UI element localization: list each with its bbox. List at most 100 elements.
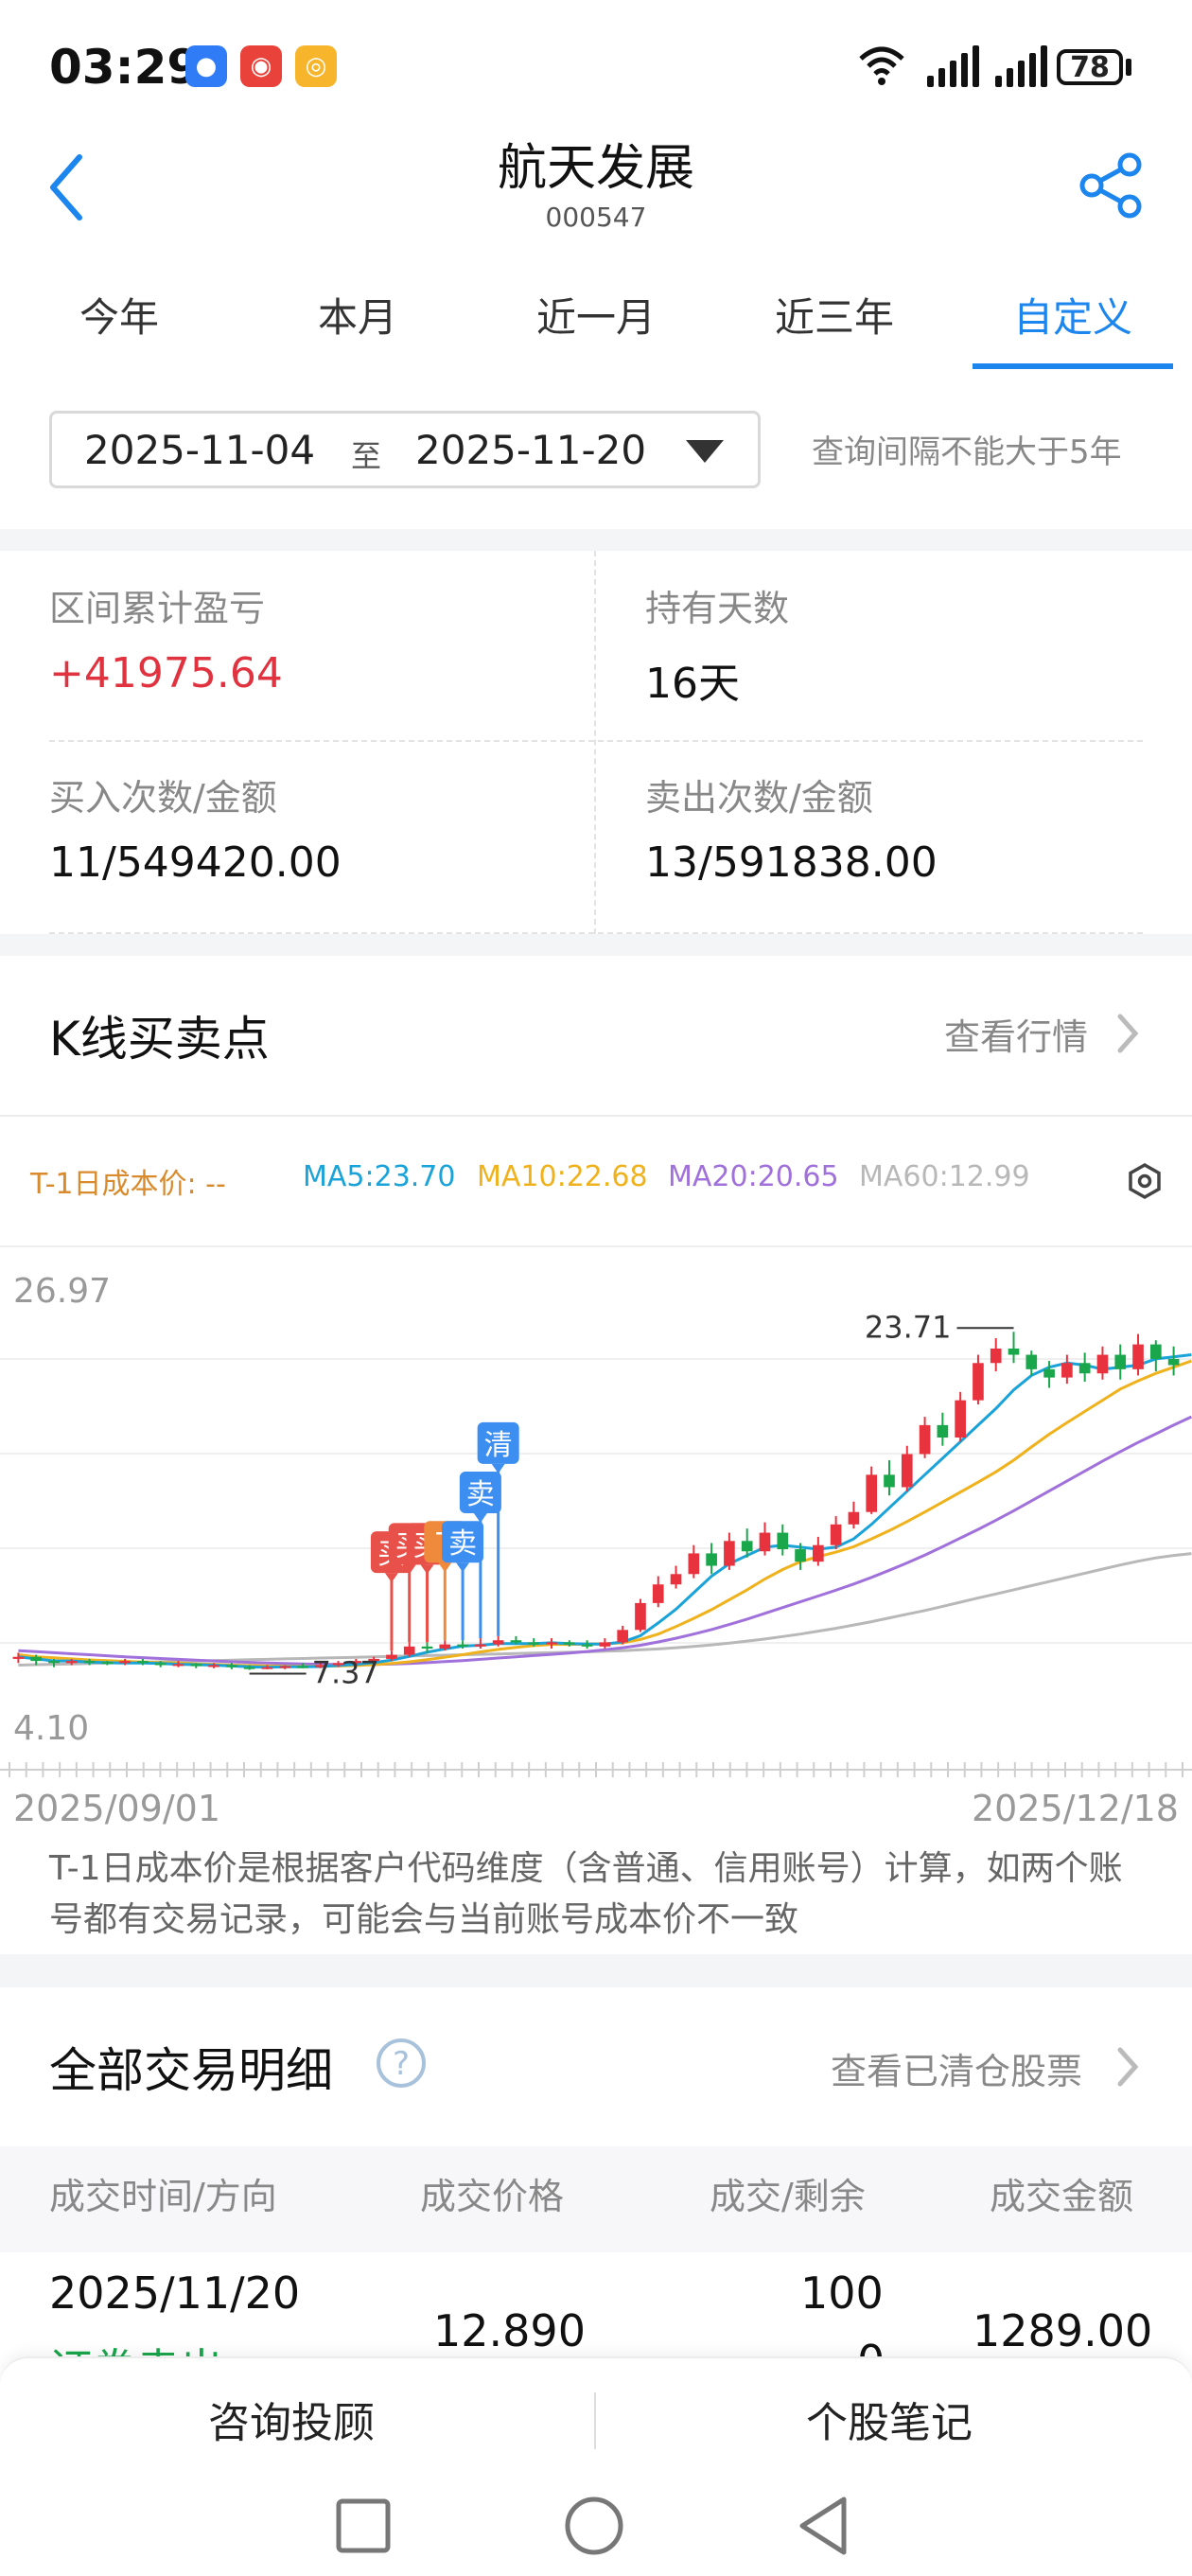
candle-body [48, 1661, 60, 1664]
trade-mark-sell: 卖 [448, 1527, 477, 1561]
tab-last-month[interactable]: 近一月 [477, 258, 715, 370]
trade-mark-pointer [384, 1573, 398, 1583]
buy-value: 11/549420.00 [49, 838, 342, 887]
trade-mark-pointer [456, 1562, 470, 1573]
trade-mark-pointer [420, 1564, 434, 1575]
nav-home-icon[interactable] [562, 2494, 626, 2558]
candle-body [1025, 1354, 1038, 1369]
candle-body [154, 1663, 167, 1666]
tab-this-month[interactable]: 本月 [238, 258, 477, 370]
ma10-line [18, 1359, 1192, 1668]
candle-body [599, 1642, 611, 1647]
max-price-label: 23.71 [865, 1309, 952, 1345]
view-quote-link[interactable]: 查看行情 [944, 1008, 1088, 1060]
candle-body [101, 1662, 114, 1665]
candle-body [866, 1474, 878, 1512]
trade-amount: 1289.00 [973, 2305, 1153, 2356]
trade-mark-pointer [438, 1562, 452, 1573]
weibo-icon: ◎ [295, 45, 337, 87]
candle-body [403, 1646, 415, 1655]
summary-divider-h [49, 740, 1143, 742]
candle-body [528, 1642, 540, 1645]
candles [12, 1332, 1180, 1670]
candle-body [937, 1424, 949, 1438]
col-price: 成交价格 [420, 2176, 565, 2217]
wifi-icon [859, 46, 904, 85]
col-amount: 成交金额 [990, 2176, 1134, 2217]
chevron-right-icon[interactable] [1116, 2046, 1139, 2088]
candle-body [652, 1584, 664, 1603]
candle-body [226, 1665, 237, 1667]
stock-code: 000547 [545, 202, 647, 233]
chevron-right-icon[interactable] [1116, 1013, 1139, 1054]
kline-chart[interactable]: 买买买T卖卖清 26.97 4.10 2025/09/01 2025/12/18… [0, 1245, 1192, 1832]
candle-body [884, 1474, 895, 1488]
candle-body [421, 1646, 433, 1649]
tab-last-three-years[interactable]: 近三年 [715, 258, 954, 370]
trade-qty: 100 [800, 2267, 884, 2319]
ma20-legend: MA20:20.65 [668, 1160, 839, 1193]
candle-body [706, 1553, 717, 1566]
table-row[interactable]: 2025/11/20 证券卖出 12.890 100 0 1289.00 [0, 2252, 1192, 2356]
candle-body [1132, 1344, 1144, 1369]
date-separator: 至 [351, 438, 382, 474]
trade-price: 12.890 [433, 2305, 586, 2356]
candle-body [279, 1666, 291, 1668]
candle-body [190, 1664, 202, 1667]
candle-body [795, 1549, 806, 1562]
candle-body [208, 1665, 219, 1667]
help-icon[interactable]: ? [375, 2037, 428, 2090]
candle-body [65, 1661, 78, 1664]
ma60-legend: MA60:12.99 [859, 1160, 1030, 1193]
date-range-picker[interactable]: 2025-11-04 至 2025-11-20 [49, 411, 761, 488]
kline-section-header: K线买卖点 查看行情 [0, 956, 1192, 1117]
candle-body [759, 1532, 771, 1552]
candle-body [581, 1644, 593, 1647]
battery-level: 78 [1057, 49, 1123, 85]
candle-body [386, 1654, 397, 1659]
summary-divider-bottom [49, 932, 1143, 934]
stock-app-icon: ◉ [240, 45, 282, 87]
trades-title: 全部交易明细 [49, 2043, 333, 2098]
trade-mark-sell: 清 [484, 1429, 513, 1462]
kline-title: K线买卖点 [49, 1012, 270, 1067]
summary-panel: 区间累计盈亏 +41975.64 持有天数 16天 买入次数/金额 11/549… [0, 551, 1192, 934]
min-price-label: 7.37 [312, 1655, 379, 1691]
candle-body [724, 1541, 735, 1566]
candle-body [510, 1640, 522, 1643]
candle-body [12, 1656, 25, 1659]
y-max-label: 26.97 [13, 1272, 111, 1311]
candle-body [475, 1644, 486, 1647]
candle-body [919, 1424, 931, 1455]
consult-advisor-button[interactable]: 咨询投顾 [208, 2389, 375, 2449]
signal-1-icon [927, 44, 979, 87]
ma5-legend: MA5:23.70 [303, 1160, 456, 1193]
status-time: 03:29 [49, 40, 201, 95]
sell-value: 13/591838.00 [645, 838, 938, 887]
share-icon[interactable] [1078, 151, 1145, 220]
date-range-note: 查询间隔不能大于5年 [812, 433, 1122, 471]
trade-marks: 买买买T卖卖清 [249, 1327, 1014, 1675]
tab-custom[interactable]: 自定义 [954, 258, 1192, 370]
settings-icon[interactable] [1126, 1162, 1164, 1200]
view-cleared-stocks-link[interactable]: 查看已清仓股票 [831, 2042, 1082, 2094]
y-min-label: 4.10 [13, 1709, 89, 1748]
col-qty-remaining: 成交/剩余 [710, 2176, 866, 2217]
stock-notes-button[interactable]: 个股笔记 [806, 2389, 973, 2449]
candle-body [261, 1667, 273, 1669]
tab-this-year[interactable]: 今年 [0, 258, 238, 370]
candle-body [777, 1532, 789, 1550]
pnl-value: +41975.64 [49, 649, 283, 697]
candle-body [1061, 1363, 1073, 1378]
candle-body [813, 1544, 824, 1562]
candle-body [172, 1664, 184, 1667]
candle-body [1078, 1363, 1091, 1374]
candle-body [1043, 1368, 1055, 1378]
buy-label: 买入次数/金额 [49, 777, 277, 819]
nav-back-icon[interactable] [795, 2494, 851, 2558]
svg-text:?: ? [393, 2045, 410, 2083]
nav-recent-icon[interactable] [333, 2496, 394, 2556]
ma10-legend: MA10:22.68 [477, 1160, 648, 1193]
candle-body [439, 1644, 451, 1649]
signal-2-icon [995, 44, 1047, 87]
